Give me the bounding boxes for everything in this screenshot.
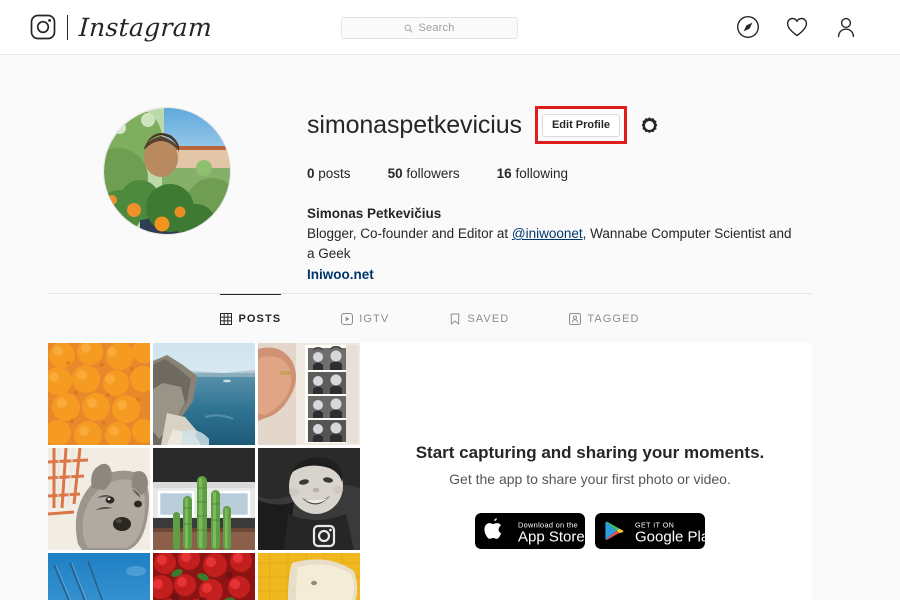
post-thumbnail-photobooth[interactable] [258, 343, 360, 445]
thumbnail-image [48, 553, 150, 600]
bio-mention-link[interactable]: @iniwoonet [512, 226, 583, 241]
edit-profile-button[interactable]: Edit Profile [541, 114, 621, 137]
thumbnail-image [153, 553, 255, 600]
post-thumbnail-flowers[interactable] [153, 553, 255, 600]
header-nav-icons [736, 15, 858, 39]
edit-profile-highlight-box: Edit Profile [534, 106, 628, 144]
bio-text-before: Blogger, Co-founder and Editor at [307, 226, 512, 241]
instagram-wordmark: Instagram [78, 12, 213, 42]
profile-tabs: POSTS IGTV SAVED TAGGED [48, 293, 812, 343]
activity-heart-icon[interactable] [785, 15, 809, 39]
instagram-camera-icon [30, 14, 56, 40]
profile-info: simonaspetkevicius Edit Profile 0 posts … [307, 105, 827, 284]
thumbnail-image [153, 448, 255, 550]
stat-posts-label: posts [318, 166, 351, 181]
post-grid [48, 343, 360, 600]
instagram-logo[interactable]: Instagram [30, 12, 213, 42]
search-icon [405, 24, 414, 33]
stat-following-count: 16 [496, 166, 512, 181]
thumbnail-image [258, 343, 360, 445]
stat-followers-label: followers [406, 166, 460, 181]
profile-content-panel: Start capturing and sharing your moments… [48, 343, 812, 600]
tab-saved-label: SAVED [467, 312, 510, 325]
stat-following[interactable]: 16 following [497, 166, 568, 181]
stat-following-label: following [515, 166, 568, 181]
tab-igtv[interactable]: IGTV [341, 294, 389, 343]
search-placeholder-text: Search [418, 22, 455, 34]
thumbnail-image [48, 343, 150, 445]
thumbnail-image [48, 448, 150, 550]
post-thumbnail-coastline[interactable] [153, 343, 255, 445]
google-play-large-text: Google Play [635, 529, 705, 546]
tab-tagged[interactable]: TAGGED [569, 294, 639, 343]
avatar[interactable] [103, 107, 231, 235]
top-navigation-bar: Instagram Search [0, 0, 900, 55]
thumbnail-image [258, 448, 360, 550]
page-title: simonaspetkevicius [307, 110, 522, 139]
tab-igtv-label: IGTV [359, 312, 390, 325]
stat-followers[interactable]: 50 followers [388, 166, 460, 181]
google-play-badge[interactable]: GET IT ON Google Play [595, 513, 705, 549]
profile-website-link[interactable]: Iniwoo.net [307, 267, 374, 282]
logo-divider [67, 14, 68, 40]
post-thumbnail-puppy[interactable] [258, 553, 360, 600]
promo-title: Start capturing and sharing your moments… [415, 443, 765, 462]
stat-posts: 0 posts [307, 166, 351, 181]
stat-posts-count: 0 [307, 166, 315, 181]
post-thumbnail-skilift[interactable] [48, 553, 150, 600]
tab-tagged-label: TAGGED [587, 312, 640, 325]
grid-icon [220, 313, 233, 325]
tab-posts-label: POSTS [238, 313, 282, 325]
profile-header-row: simonaspetkevicius Edit Profile [307, 105, 827, 145]
post-thumbnail-cactus[interactable] [153, 448, 255, 550]
app-store-large-text: App Store [518, 529, 585, 546]
profile-person-icon[interactable] [834, 15, 858, 39]
tagged-person-icon [569, 312, 582, 325]
post-thumbnail-baby[interactable] [258, 448, 360, 550]
igtv-icon [341, 312, 354, 325]
post-thumbnail-dog[interactable] [48, 448, 150, 550]
avatar-image [104, 108, 230, 234]
get-the-app-promo: Start capturing and sharing your moments… [368, 443, 812, 549]
bookmark-icon [451, 313, 460, 324]
profile-bio: Blogger, Co-founder and Editor at @iniwo… [307, 224, 802, 265]
explore-icon[interactable] [736, 15, 760, 39]
thumbnail-image [153, 343, 255, 445]
tab-posts[interactable]: POSTS [220, 293, 282, 343]
promo-subtitle: Get the app to share your first photo or… [449, 471, 731, 487]
app-store-badge[interactable]: Download on the App Store [475, 513, 585, 549]
search-input[interactable]: Search [341, 17, 518, 39]
stat-followers-count: 50 [387, 166, 403, 181]
app-store-badges: Download on the App Store GET IT ON Goog… [368, 513, 812, 549]
thumbnail-image [258, 553, 360, 600]
tab-saved[interactable]: SAVED [449, 294, 509, 343]
profile-stats: 0 posts 50 followers 16 following [307, 166, 827, 181]
profile-full-name: Simonas Petkevičius [307, 206, 442, 221]
gear-icon[interactable] [639, 115, 660, 136]
post-thumbnail-oranges[interactable] [48, 343, 150, 445]
